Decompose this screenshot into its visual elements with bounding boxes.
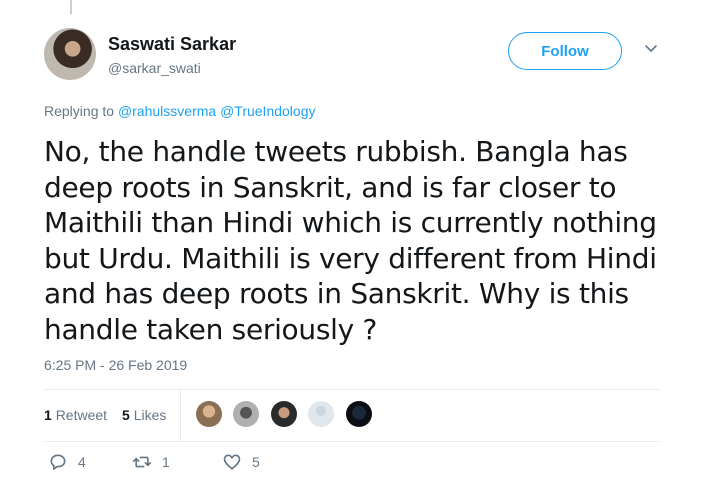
likes-stat[interactable]: 5 Likes <box>122 407 166 423</box>
heart-icon <box>223 454 241 470</box>
replying-user-link[interactable]: @rahulssverma <box>118 103 216 119</box>
replying-user-link[interactable]: @TrueIndology <box>220 103 315 119</box>
retweet-stat-label: Retweet <box>55 407 108 423</box>
tweet-text: No, the handle tweets rubbish. Bangla ha… <box>44 135 657 346</box>
thread-line <box>70 0 72 14</box>
reply-button[interactable]: 4 <box>48 452 86 472</box>
retweet-stat[interactable]: 1 Retweet <box>44 407 107 423</box>
retweet-stat-count: 1 <box>44 407 52 423</box>
stats-separator <box>180 389 181 441</box>
author-name[interactable]: Saswati Sarkar <box>108 34 236 55</box>
avatar[interactable] <box>196 401 222 427</box>
chevron-down-icon[interactable] <box>644 42 658 56</box>
reply-count: 4 <box>78 454 86 470</box>
avatar[interactable] <box>308 401 335 427</box>
tweet-stats: 1 Retweet 5 Likes <box>44 389 660 441</box>
like-count: 5 <box>252 454 260 470</box>
replying-prefix: Replying to <box>44 103 115 119</box>
tweet-timestamp[interactable]: 6:25 PM - 26 Feb 2019 <box>44 357 187 373</box>
follow-button[interactable]: Follow <box>508 32 622 70</box>
retweet-icon <box>132 456 152 468</box>
retweet-button[interactable]: 1 <box>132 452 170 472</box>
likes-stat-label: Likes <box>133 407 167 423</box>
avatar[interactable] <box>345 401 372 427</box>
retweet-count: 1 <box>162 454 170 470</box>
liker-avatars <box>196 401 379 427</box>
author-handle[interactable]: @sarkar_swati <box>108 60 201 76</box>
avatar[interactable] <box>233 401 260 427</box>
tweet-header: Saswati Sarkar @sarkar_swati Follow <box>44 28 664 84</box>
replying-to: Replying to @rahulssverma @TrueIndology <box>44 103 316 119</box>
like-button[interactable]: 5 <box>222 452 260 472</box>
avatar[interactable] <box>44 28 96 80</box>
likes-stat-count: 5 <box>122 407 130 423</box>
reply-icon <box>50 454 66 470</box>
divider <box>44 441 660 442</box>
avatar[interactable] <box>270 401 297 427</box>
